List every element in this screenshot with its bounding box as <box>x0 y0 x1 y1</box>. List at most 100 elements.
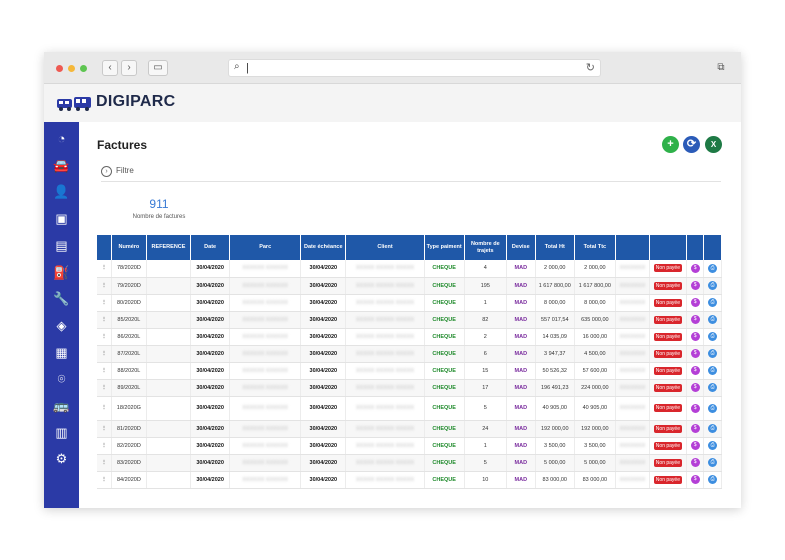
cell-trajets: 10 <box>464 471 507 489</box>
row-menu-icon[interactable]: ⋮ <box>97 328 112 346</box>
cell-action-pay: $ <box>686 328 705 346</box>
table-row[interactable]: ⋮ 86/2020L 30/04/2020 XXXXXX XXXXXX 30/04/20… <box>97 328 722 346</box>
payment-icon[interactable]: $ <box>690 315 700 324</box>
layers-icon[interactable]: ◈ <box>52 317 71 335</box>
payment-icon[interactable]: $ <box>690 366 700 375</box>
row-menu-icon[interactable]: ⋮ <box>97 311 112 329</box>
payment-icon[interactable]: $ <box>690 281 700 290</box>
dashboard-icon[interactable]: ◔ <box>52 130 71 148</box>
cell-reference <box>146 328 192 346</box>
row-menu-icon[interactable]: ⋮ <box>97 379 112 397</box>
table-row[interactable]: ⋮ 81/2020D 30/04/2020 XXXXXX XXXXXX 30/04/20… <box>97 420 722 438</box>
reload-icon[interactable]: ↻ <box>586 61 595 74</box>
column-header[interactable] <box>703 235 722 260</box>
column-header[interactable]: Numéro <box>111 235 147 260</box>
column-header[interactable]: REFERENCE <box>146 235 192 260</box>
payment-icon[interactable]: $ <box>690 424 700 433</box>
table-row[interactable]: ⋮ 79/2020D 30/04/2020 XXXXXX XXXXXX 30/04/20… <box>97 277 722 295</box>
back-icon[interactable]: ‹ <box>102 60 118 76</box>
filter-toggle[interactable]: › Filtre <box>101 166 721 182</box>
column-header[interactable]: Devise <box>506 235 536 260</box>
row-menu-icon[interactable]: ⋮ <box>97 345 112 363</box>
minimize-window-dot[interactable] <box>68 65 75 72</box>
table-row[interactable]: ⋮ 87/2020L 30/04/2020 XXXXXX XXXXXX 30/04/20… <box>97 345 722 363</box>
row-menu-icon[interactable]: ⋮ <box>97 277 112 295</box>
row-menu-icon[interactable]: ⋮ <box>97 396 112 421</box>
column-header[interactable]: Type paiment <box>424 235 465 260</box>
forward-icon[interactable]: › <box>121 60 137 76</box>
document-icon[interactable]: ▤ <box>52 237 71 255</box>
tabs-icon[interactable]: ⧉ <box>713 60 729 76</box>
row-menu-icon[interactable]: ⋮ <box>97 420 112 438</box>
wrench-icon[interactable]: 🔧 <box>52 290 71 308</box>
table-row[interactable]: ⋮ 85/2020L 30/04/2020 XXXXXX XXXXXX 30/04/20… <box>97 311 722 329</box>
payment-icon[interactable]: $ <box>690 383 700 392</box>
row-menu-icon[interactable]: ⋮ <box>97 260 112 278</box>
print-icon[interactable]: ⎙ <box>708 441 718 450</box>
print-icon[interactable]: ⎙ <box>708 263 718 273</box>
cell-user: XXXXXXX <box>615 454 650 472</box>
row-menu-icon[interactable]: ⋮ <box>97 294 112 312</box>
close-window-dot[interactable] <box>56 65 63 72</box>
payment-icon[interactable]: $ <box>690 441 700 450</box>
column-header[interactable]: Date <box>190 235 231 260</box>
print-icon[interactable]: ⎙ <box>708 281 718 290</box>
cell-client: XXXXX XXXXX XXXXX <box>345 471 425 489</box>
maximize-window-dot[interactable] <box>80 65 87 72</box>
column-header[interactable]: Date échéance <box>300 235 347 260</box>
payment-icon[interactable]: $ <box>690 298 700 307</box>
payment-icon[interactable]: $ <box>690 403 700 413</box>
print-icon[interactable]: ⎙ <box>708 424 718 433</box>
files-icon[interactable]: ▥ <box>52 424 71 442</box>
column-header[interactable]: Total Ttc <box>574 235 616 260</box>
print-icon[interactable]: ⎙ <box>708 332 718 341</box>
print-icon[interactable]: ⎙ <box>708 403 718 413</box>
row-menu-icon[interactable]: ⋮ <box>97 454 112 472</box>
print-icon[interactable]: ⎙ <box>708 475 718 484</box>
car-icon[interactable]: 🚘 <box>52 157 71 175</box>
row-menu-icon[interactable]: ⋮ <box>97 471 112 489</box>
column-header[interactable] <box>649 235 687 260</box>
table-row[interactable]: ⋮ 82/2020D 30/04/2020 XXXXXX XXXXXX 30/04/20… <box>97 437 722 455</box>
bus-icon[interactable]: 🚌 <box>52 397 71 415</box>
gear-icon[interactable]: ⚙ <box>52 450 71 468</box>
column-header[interactable]: Parc <box>229 235 302 260</box>
column-header[interactable] <box>97 235 112 260</box>
fuel-pump-icon[interactable]: ⛽ <box>52 264 71 282</box>
print-icon[interactable]: ⎙ <box>708 298 718 307</box>
add-invoice-button[interactable]: + <box>662 136 679 153</box>
id-badge-icon[interactable]: ▣ <box>52 210 71 228</box>
table-row[interactable]: ⋮ 89/2020L 30/04/2020 XXXXXX XXXXXX 30/04/20… <box>97 379 722 397</box>
print-icon[interactable]: ⎙ <box>708 458 718 467</box>
table-row[interactable]: ⋮ 80/2020D 30/04/2020 XXXXXX XXXXXX 30/04/20… <box>97 294 722 312</box>
print-icon[interactable]: ⎙ <box>708 315 718 324</box>
column-header[interactable] <box>686 235 705 260</box>
column-header[interactable]: Client <box>345 235 425 260</box>
table-row[interactable]: ⋮ 88/2020L 30/04/2020 XXXXXX XXXXXX 30/04/20… <box>97 362 722 380</box>
table-row[interactable]: ⋮ 78/2020D 30/04/2020 XXXXXX XXXXXX 30/04/20… <box>97 260 722 278</box>
refresh-button[interactable]: ⟳ <box>683 136 700 153</box>
print-icon[interactable]: ⎙ <box>708 366 718 375</box>
column-header[interactable]: Nombre de trajets <box>464 235 507 260</box>
user-icon[interactable]: 👤 <box>52 183 71 201</box>
payment-icon[interactable]: $ <box>690 332 700 341</box>
building-icon[interactable]: ▦ <box>52 344 71 362</box>
export-excel-button[interactable]: X <box>705 136 722 153</box>
table-row[interactable]: ⋮ 18/2020G 30/04/2020 XXXXXX XXXXXX 30/04/20… <box>97 396 722 421</box>
cell-client: XXXXX XXXXX XXXXX <box>345 420 425 438</box>
table-row[interactable]: ⋮ 83/2020D 30/04/2020 XXXXXX XXXXXX 30/04/20… <box>97 454 722 472</box>
row-menu-icon[interactable]: ⋮ <box>97 362 112 380</box>
column-header[interactable] <box>615 235 650 260</box>
row-menu-icon[interactable]: ⋮ <box>97 437 112 455</box>
sidebar-toggle-icon[interactable]: ▭ <box>148 60 168 76</box>
address-bar[interactable]: ⌕ | ↻ <box>228 59 601 77</box>
payment-icon[interactable]: $ <box>690 263 700 273</box>
payment-icon[interactable]: $ <box>690 475 700 484</box>
print-icon[interactable]: ⎙ <box>708 383 718 392</box>
map-pin-icon[interactable]: ⌾ <box>52 370 71 388</box>
payment-icon[interactable]: $ <box>690 458 700 467</box>
column-header[interactable]: Total Ht <box>535 235 575 260</box>
print-icon[interactable]: ⎙ <box>708 349 718 358</box>
payment-icon[interactable]: $ <box>690 349 700 358</box>
table-row[interactable]: ⋮ 84/2020D 30/04/2020 XXXXXX XXXXXX 30/04/20… <box>97 471 722 489</box>
